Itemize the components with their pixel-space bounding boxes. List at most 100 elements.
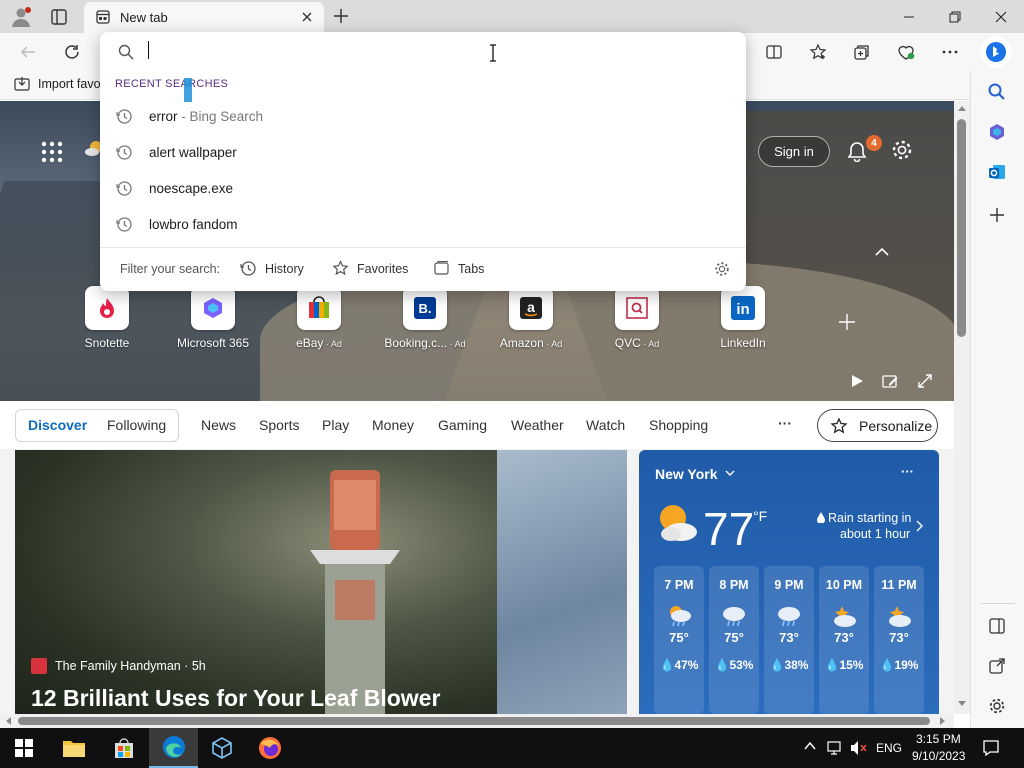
- article-card[interactable]: The Family Handyman · 5h 12 Brilliant Us…: [15, 450, 627, 714]
- search-icon[interactable]: [987, 82, 1007, 102]
- scroll-right-arrow-icon[interactable]: [940, 717, 946, 725]
- more-tabs-button[interactable]: ···: [778, 415, 792, 431]
- recent-search-item[interactable]: alert wallpaper: [100, 134, 746, 170]
- horizontal-scrollbar[interactable]: [0, 714, 954, 728]
- fullscreen-expand-icon[interactable]: [917, 373, 933, 389]
- tab-gaming[interactable]: Gaming: [438, 417, 487, 433]
- collapse-chevron-up-icon[interactable]: [874, 246, 890, 258]
- browser-essentials-icon[interactable]: [892, 38, 920, 66]
- filter-label: Filter your search:: [120, 262, 221, 276]
- new-tab-button[interactable]: [332, 7, 350, 25]
- quick-link-qvc[interactable]: QVC · Ad: [592, 286, 682, 350]
- tab-actions-icon[interactable]: [50, 8, 68, 26]
- page-settings-gear-icon[interactable]: [891, 139, 913, 161]
- tab-discover[interactable]: Discover: [28, 417, 87, 433]
- favorites-icon[interactable]: [804, 38, 832, 66]
- clock-time[interactable]: 3:15 PM: [916, 732, 961, 746]
- tab-close-icon[interactable]: [300, 10, 314, 24]
- cloud-rain-icon: [723, 607, 745, 627]
- weather-card[interactable]: New York ··· 77 °F Rain starting in abou…: [639, 450, 939, 714]
- quick-link-snotette[interactable]: Snotette: [62, 286, 152, 350]
- add-sidebar-app-icon[interactable]: [988, 206, 1006, 224]
- vertical-scroll-thumb[interactable]: [957, 119, 966, 337]
- bing-copilot-icon[interactable]: [980, 36, 1012, 68]
- minimize-button[interactable]: [886, 0, 932, 33]
- scroll-up-arrow-icon[interactable]: [958, 105, 966, 111]
- vertical-scrollbar[interactable]: [954, 101, 970, 714]
- back-button[interactable]: [14, 38, 42, 66]
- edge-taskbar-icon[interactable]: [149, 728, 198, 768]
- temperature-unit[interactable]: °F: [753, 508, 767, 524]
- recent-search-item[interactable]: noescape.exe: [100, 170, 746, 206]
- network-icon[interactable]: [826, 740, 842, 756]
- profile-icon[interactable]: [10, 6, 32, 28]
- open-external-icon[interactable]: [988, 657, 1006, 675]
- tab-money[interactable]: Money: [372, 417, 414, 433]
- hide-sidebar-icon[interactable]: [988, 617, 1006, 635]
- personalize-button[interactable]: Personalize: [817, 409, 938, 442]
- tab-play[interactable]: Play: [322, 417, 349, 433]
- ebay-bag-icon: [297, 286, 341, 330]
- scroll-down-arrow-icon[interactable]: [958, 701, 966, 707]
- recent-search-item[interactable]: error - Bing Search: [100, 98, 746, 134]
- personalize-label: Personalize: [859, 418, 933, 434]
- quick-link-amazon[interactable]: a Amazon · Ad: [486, 286, 576, 350]
- outlook-icon[interactable]: [987, 162, 1007, 182]
- weather-chevron-right-icon[interactable]: [915, 520, 923, 532]
- article-headline[interactable]: 12 Brilliant Uses for Your Leaf Blower: [31, 685, 440, 712]
- filter-history-button[interactable]: History: [240, 260, 304, 277]
- notification-badge: 4: [866, 135, 882, 151]
- settings-more-icon[interactable]: [936, 38, 964, 66]
- tab-shopping[interactable]: Shopping: [649, 417, 708, 433]
- horizontal-scroll-thumb[interactable]: [18, 717, 930, 725]
- tab-following[interactable]: Following: [107, 417, 166, 433]
- play-background-icon[interactable]: [850, 374, 864, 388]
- language-indicator[interactable]: ENG: [876, 741, 902, 755]
- tab-news[interactable]: News: [201, 417, 236, 433]
- close-window-button[interactable]: [978, 0, 1024, 33]
- filter-favorites-button[interactable]: Favorites: [332, 260, 408, 277]
- tab-new-tab[interactable]: New tab: [84, 2, 324, 33]
- tab-sports[interactable]: Sports: [259, 417, 299, 433]
- partly-cloudy-night-icon: [889, 606, 911, 627]
- microsoft-store-icon[interactable]: [100, 728, 148, 768]
- quick-link-linkedin[interactable]: in LinkedIn: [698, 286, 788, 350]
- clock-date[interactable]: 9/10/2023: [912, 749, 965, 763]
- tab-watch[interactable]: Watch: [586, 417, 625, 433]
- current-temperature: 77: [703, 503, 755, 555]
- apps-launcher-icon[interactable]: [40, 140, 64, 164]
- import-favorites-link[interactable]: Import favo: [38, 77, 101, 91]
- refresh-button[interactable]: [58, 38, 86, 66]
- notifications-bell-icon[interactable]: [846, 140, 868, 162]
- add-quick-link-icon[interactable]: [838, 313, 856, 331]
- location-chevron-down-icon[interactable]: [725, 469, 735, 477]
- edit-background-icon[interactable]: [882, 373, 898, 389]
- partly-cloudy-icon: [653, 500, 699, 544]
- quick-link-label: eBay: [296, 336, 324, 350]
- address-bar-input[interactable]: [146, 38, 706, 64]
- start-button[interactable]: [0, 728, 48, 768]
- weather-location[interactable]: New York: [655, 466, 718, 482]
- weather-more-button[interactable]: ···: [901, 464, 914, 479]
- firefox-icon[interactable]: [246, 728, 294, 768]
- show-hidden-icons-chevron-icon[interactable]: [804, 741, 816, 751]
- quick-link-booking[interactable]: B. Booking.c... · Ad: [380, 286, 470, 350]
- split-screen-icon[interactable]: [760, 38, 788, 66]
- filter-tabs-button[interactable]: Tabs: [433, 260, 484, 277]
- quick-link-microsoft-365[interactable]: Microsoft 365: [168, 286, 258, 350]
- recent-search-item[interactable]: lowbro fandom: [100, 206, 746, 242]
- search-settings-gear-icon[interactable]: [714, 261, 730, 277]
- raindrop-icon: [817, 512, 825, 523]
- volume-muted-icon[interactable]: [850, 740, 868, 756]
- sign-in-button[interactable]: Sign in: [758, 136, 830, 167]
- microsoft-365-icon[interactable]: [987, 122, 1007, 142]
- sidebar-settings-icon[interactable]: [988, 697, 1006, 715]
- scroll-left-arrow-icon[interactable]: [5, 717, 11, 725]
- file-explorer-icon[interactable]: [50, 728, 98, 768]
- notification-center-icon[interactable]: [982, 739, 1000, 757]
- collections-icon[interactable]: [848, 38, 876, 66]
- tab-weather[interactable]: Weather: [511, 417, 564, 433]
- restore-button[interactable]: [932, 0, 978, 33]
- 3d-viewer-icon[interactable]: [198, 728, 246, 768]
- quick-link-ebay[interactable]: eBay · Ad: [274, 286, 364, 350]
